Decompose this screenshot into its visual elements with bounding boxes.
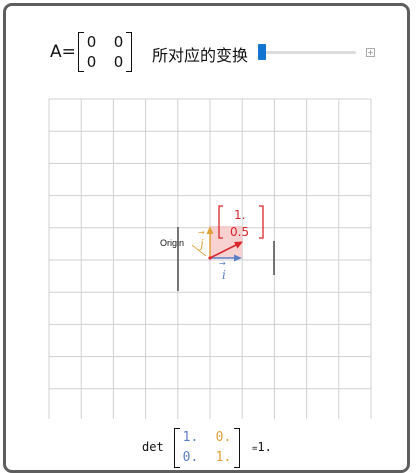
slider-expand-icon[interactable]: + (366, 48, 375, 57)
slider-track[interactable] (262, 51, 356, 54)
matrix-a-label: A= (50, 42, 76, 62)
vector-component-y: 0.5 (230, 225, 249, 239)
det-label: det (142, 440, 164, 454)
transform-label: 所对应的变换 (152, 46, 249, 65)
origin-leader (191, 244, 207, 257)
i-hat-arrow-mark: → (219, 259, 226, 268)
i-hat-label: i (222, 268, 226, 282)
det-result: =1. (252, 440, 272, 454)
matrix-a: 0 0 0 0 (78, 32, 132, 72)
det-result-value: 1. (257, 440, 272, 454)
j-hat-arrow-mark: → (198, 228, 205, 237)
det-matrix: 1. 0. 0. 1. (174, 428, 240, 468)
right-bracket (126, 32, 132, 72)
transform-slider[interactable] (258, 43, 362, 61)
origin-point (208, 256, 212, 260)
slider-thumb[interactable] (258, 44, 266, 60)
right-bracket (234, 428, 240, 468)
vector-component-x: 1. (234, 208, 245, 222)
left-bracket (78, 32, 84, 72)
origin-label: Origin (160, 238, 184, 248)
left-bracket (174, 428, 180, 468)
j-hat-label: j (197, 237, 204, 251)
transform-plot: Origin j → i → 1. 0.5 (48, 98, 372, 419)
